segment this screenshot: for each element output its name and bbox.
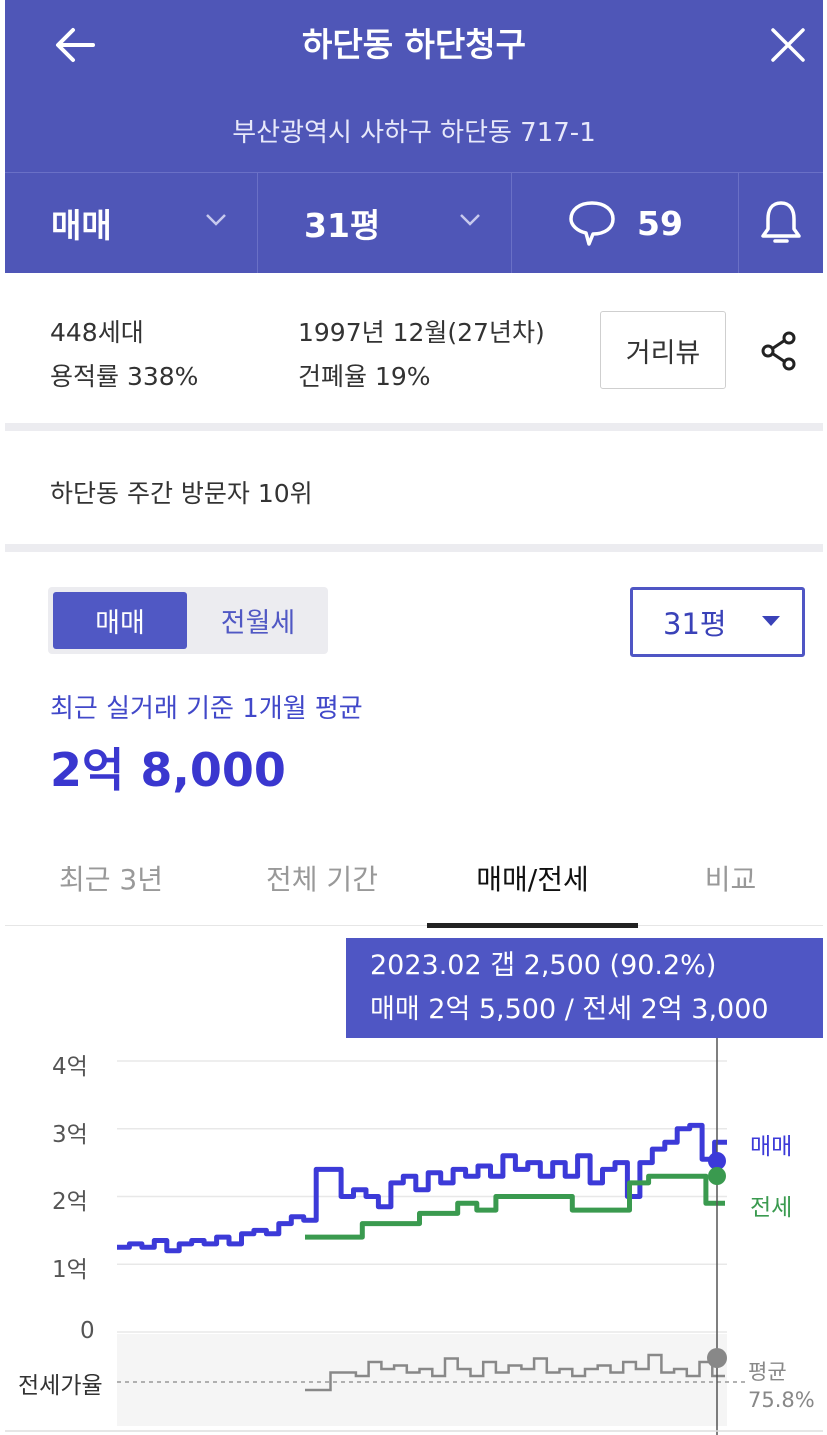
ratio-average: 평균 75.8% <box>748 1358 815 1414</box>
street-view-button[interactable]: 거리뷰 <box>600 311 726 389</box>
bell-icon <box>761 201 801 243</box>
y-tick-label: 4억 <box>52 1054 88 1080</box>
size-select-value: 31평 <box>663 607 727 641</box>
deal-type-dropdown[interactable]: 매매 <box>5 173 258 273</box>
caret-down-icon <box>762 616 780 626</box>
chat-bubble-icon <box>569 201 615 246</box>
close-button[interactable] <box>763 20 813 70</box>
legend-sale: 매매 <box>750 1134 793 1160</box>
chevron-down-icon <box>206 214 226 226</box>
period-tabs: 최근 3년 전체 기간 매매/전세 비교 <box>5 830 823 928</box>
built-year: 1997년 12월(27년차) <box>298 318 545 347</box>
tab-all-period[interactable]: 전체 기간 <box>217 830 427 926</box>
ratio-average-value: 75.8% <box>748 1388 815 1412</box>
apartment-info: 448세대 용적률 338% 1997년 12월(27년차) 건폐율 19% 거… <box>5 273 823 423</box>
info-column-2: 1997년 12월(27년차) 건폐율 19% <box>298 311 545 399</box>
y-tick-label: 2억 <box>52 1189 88 1215</box>
cursor-point-jeonse <box>708 1167 726 1185</box>
legend-jeonse: 전세 <box>750 1195 793 1221</box>
y-tick-label: 1억 <box>52 1257 88 1283</box>
comments-button[interactable]: 59 <box>512 173 739 273</box>
size-label: 31평 <box>304 206 381 245</box>
weekly-visitor-rank[interactable]: 하단동 주간 방문자 10위 <box>50 474 313 510</box>
page-title: 하단동 하단청구 <box>301 25 526 64</box>
divider <box>5 423 823 431</box>
size-select[interactable]: 31평 <box>630 587 805 657</box>
chart-tooltip: 2023.02 갭 2,500 (90.2%) 매매 2억 5,500 / 전세… <box>346 938 823 1038</box>
toggle-sale[interactable]: 매매 <box>53 592 187 649</box>
average-price: 2억 8,000 <box>50 743 286 797</box>
size-dropdown[interactable]: 31평 <box>258 173 512 273</box>
chevron-down-icon <box>460 214 480 226</box>
cursor-point-ratio <box>707 1348 727 1368</box>
households: 448세대 <box>50 318 144 347</box>
notification-button[interactable] <box>739 173 823 273</box>
sale-series-line <box>117 1122 727 1254</box>
tab-sale-jeonse[interactable]: 매매/전세 <box>427 830 638 928</box>
floor-area-ratio: 용적률 338% <box>50 362 199 391</box>
divider <box>5 544 823 552</box>
ratio-average-label: 평균 <box>748 1360 787 1384</box>
comment-count: 59 <box>637 203 683 243</box>
ratio-band <box>117 1334 727 1426</box>
header-bar: 매매 31평 59 <box>5 172 823 273</box>
average-label: 최근 실거래 기준 1개월 평균 <box>50 694 363 724</box>
ratio-label: 전세가율 <box>18 1373 103 1399</box>
coverage-ratio: 건폐율 19% <box>298 362 431 391</box>
tooltip-line-2: 매매 2억 5,500 / 전세 2억 3,000 <box>370 994 769 1025</box>
tab-compare[interactable]: 비교 <box>638 830 823 926</box>
info-column-1: 448세대 용적률 338% <box>50 311 198 399</box>
address: 부산광역시 사하구 하단동 717-1 <box>232 118 596 148</box>
toggle-rent[interactable]: 전월세 <box>193 592 323 649</box>
header-top: 하단동 하단청구 <box>5 0 823 90</box>
y-tick-label: 0 <box>80 1318 95 1344</box>
deal-type-label: 매매 <box>51 206 112 245</box>
price-chart[interactable]: 2023.02 갭 2,500 (90.2%) 매매 2억 5,500 / 전세… <box>0 926 827 1435</box>
tab-recent-3y[interactable]: 최근 3년 <box>5 830 217 926</box>
share-icon[interactable] <box>757 329 801 373</box>
jeonse-series-line <box>305 1173 725 1240</box>
y-tick-label: 3억 <box>52 1122 88 1148</box>
deal-toggle: 매매 전월세 <box>48 587 328 654</box>
header: 하단동 하단청구 부산광역시 사하구 하단동 717-1 매매 31평 59 <box>5 0 823 273</box>
close-icon <box>771 28 805 62</box>
tooltip-line-1: 2023.02 갭 2,500 (90.2%) <box>370 950 717 981</box>
